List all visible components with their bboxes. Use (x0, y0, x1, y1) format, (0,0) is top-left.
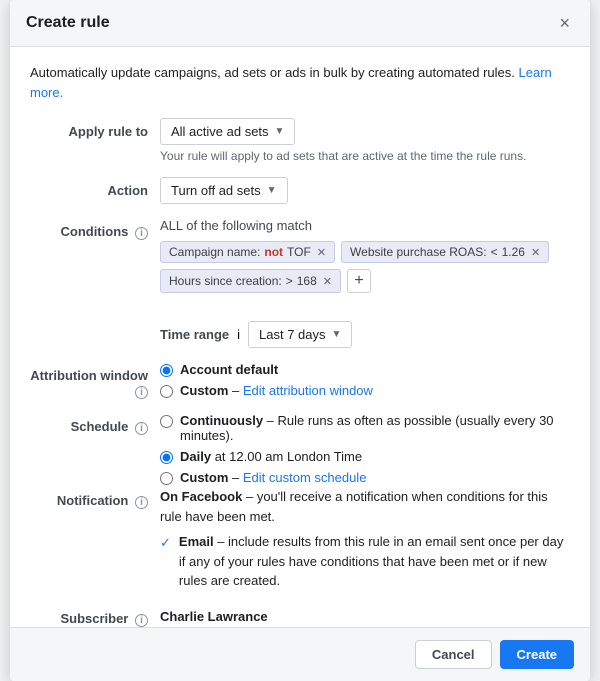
condition-tag-hours: Hours since creation: > 168 ✕ (160, 269, 341, 293)
attribution-info-icon: i (135, 386, 148, 399)
time-range-info-icon: i (237, 327, 240, 342)
attribution-custom-label[interactable]: Custom – Edit attribution window (180, 383, 373, 398)
subscriber-name: Charlie Lawrance (160, 605, 570, 624)
notification-email-text: Email – include results from this rule i… (179, 532, 570, 591)
conditions-row: Conditions i ALL of the following match … (30, 218, 570, 299)
schedule-label: Schedule i (30, 413, 160, 435)
modal-footer: Cancel Create (10, 627, 590, 681)
attribution-custom: Custom – Edit attribution window (160, 383, 570, 398)
schedule-daily-label[interactable]: Daily at 12.00 am London Time (180, 449, 362, 464)
intro-text: Automatically update campaigns, ad sets … (30, 63, 570, 102)
schedule-row: Schedule i Continuously – Rule runs as o… (30, 413, 570, 485)
schedule-custom: Custom – Edit custom schedule (160, 470, 570, 485)
schedule-daily: Daily at 12.00 am London Time (160, 449, 570, 464)
conditions-tags-row2: Hours since creation: > 168 ✕ + (160, 269, 570, 293)
schedule-continuously: Continuously – Rule runs as often as pos… (160, 413, 570, 443)
attribution-content: Account default Custom – Edit attributio… (160, 362, 570, 398)
notification-label: Notification i (30, 487, 160, 509)
attribution-default-radio[interactable] (160, 364, 173, 377)
close-button[interactable]: × (555, 14, 574, 32)
schedule-daily-radio[interactable] (160, 451, 173, 464)
modal-title: Create rule (26, 14, 110, 32)
time-range-dropdown[interactable]: Last 7 days ▼ (248, 321, 352, 348)
apply-rule-label: Apply rule to (30, 118, 160, 139)
notification-row: Notification i On Facebook – you'll rece… (30, 487, 570, 591)
time-range-label: Time range (160, 327, 229, 342)
dropdown-arrow-icon: ▼ (267, 185, 277, 196)
email-checkmark-icon: ✓ (160, 533, 171, 553)
condition-tag-campaign: Campaign name: not TOF ✕ (160, 241, 335, 263)
action-row: Action Turn off ad sets ▼ (30, 177, 570, 204)
create-rule-modal: Create rule × Automatically update campa… (10, 0, 590, 681)
edit-attribution-link[interactable]: Edit attribution window (243, 383, 373, 398)
notification-content: On Facebook – you'll receive a notificat… (160, 487, 570, 591)
conditions-tags-row1: Campaign name: not TOF ✕ Website purchas… (160, 241, 570, 263)
time-range-row: Time range i Last 7 days ▼ (30, 313, 570, 348)
schedule-radio-group: Continuously – Rule runs as often as pos… (160, 413, 570, 485)
schedule-continuously-label[interactable]: Continuously – Rule runs as often as pos… (180, 413, 570, 443)
apply-rule-row: Apply rule to All active ad sets ▼ Your … (30, 118, 570, 163)
subscriber-row: Subscriber i Charlie Lawrance (30, 605, 570, 627)
schedule-content: Continuously – Rule runs as often as pos… (160, 413, 570, 485)
condition-tag-roas: Website purchase ROAS: < 1.26 ✕ (341, 241, 549, 263)
remove-tag-campaign[interactable]: ✕ (317, 246, 326, 259)
attribution-default-label[interactable]: Account default (180, 362, 278, 377)
remove-tag-hours[interactable]: ✕ (323, 275, 332, 288)
apply-rule-dropdown[interactable]: All active ad sets ▼ (160, 118, 295, 145)
subscriber-content: Charlie Lawrance (160, 605, 570, 624)
cancel-button[interactable]: Cancel (415, 640, 492, 669)
subscriber-label: Subscriber i (30, 605, 160, 627)
conditions-match-text: ALL of the following match (160, 218, 570, 233)
attribution-label: Attribution window i (30, 362, 160, 399)
create-button[interactable]: Create (500, 640, 574, 669)
remove-tag-roas[interactable]: ✕ (531, 246, 540, 259)
attribution-radio-group: Account default Custom – Edit attributio… (160, 362, 570, 398)
action-label: Action (30, 177, 160, 198)
apply-rule-subtext: Your rule will apply to ad sets that are… (160, 149, 570, 163)
notification-info-icon: i (135, 496, 148, 509)
apply-rule-content: All active ad sets ▼ Your rule will appl… (160, 118, 570, 163)
action-content: Turn off ad sets ▼ (160, 177, 570, 204)
conditions-label: Conditions i (30, 218, 160, 240)
attribution-custom-radio[interactable] (160, 385, 173, 398)
time-range-content: Time range i Last 7 days ▼ (160, 313, 570, 348)
attribution-account-default: Account default (160, 362, 570, 377)
attribution-row: Attribution window i Account default Cus… (30, 362, 570, 399)
notification-email-item: ✓ Email – include results from this rule… (160, 532, 570, 591)
notification-main-text: On Facebook – you'll receive a notificat… (160, 487, 570, 526)
schedule-continuously-radio[interactable] (160, 415, 173, 428)
conditions-info-icon: i (135, 227, 148, 240)
subscriber-info-icon: i (135, 614, 148, 627)
dropdown-arrow-icon: ▼ (332, 329, 342, 340)
schedule-info-icon: i (135, 422, 148, 435)
dropdown-arrow-icon: ▼ (275, 126, 285, 137)
modal-header: Create rule × (10, 0, 590, 47)
schedule-custom-label[interactable]: Custom – Edit custom schedule (180, 470, 366, 485)
add-condition-button[interactable]: + (347, 269, 371, 293)
edit-schedule-link[interactable]: Edit custom schedule (243, 470, 367, 485)
time-range-empty (30, 313, 160, 319)
conditions-content: ALL of the following match Campaign name… (160, 218, 570, 299)
modal-body: Automatically update campaigns, ad sets … (10, 47, 590, 627)
action-dropdown[interactable]: Turn off ad sets ▼ (160, 177, 288, 204)
schedule-custom-radio[interactable] (160, 472, 173, 485)
